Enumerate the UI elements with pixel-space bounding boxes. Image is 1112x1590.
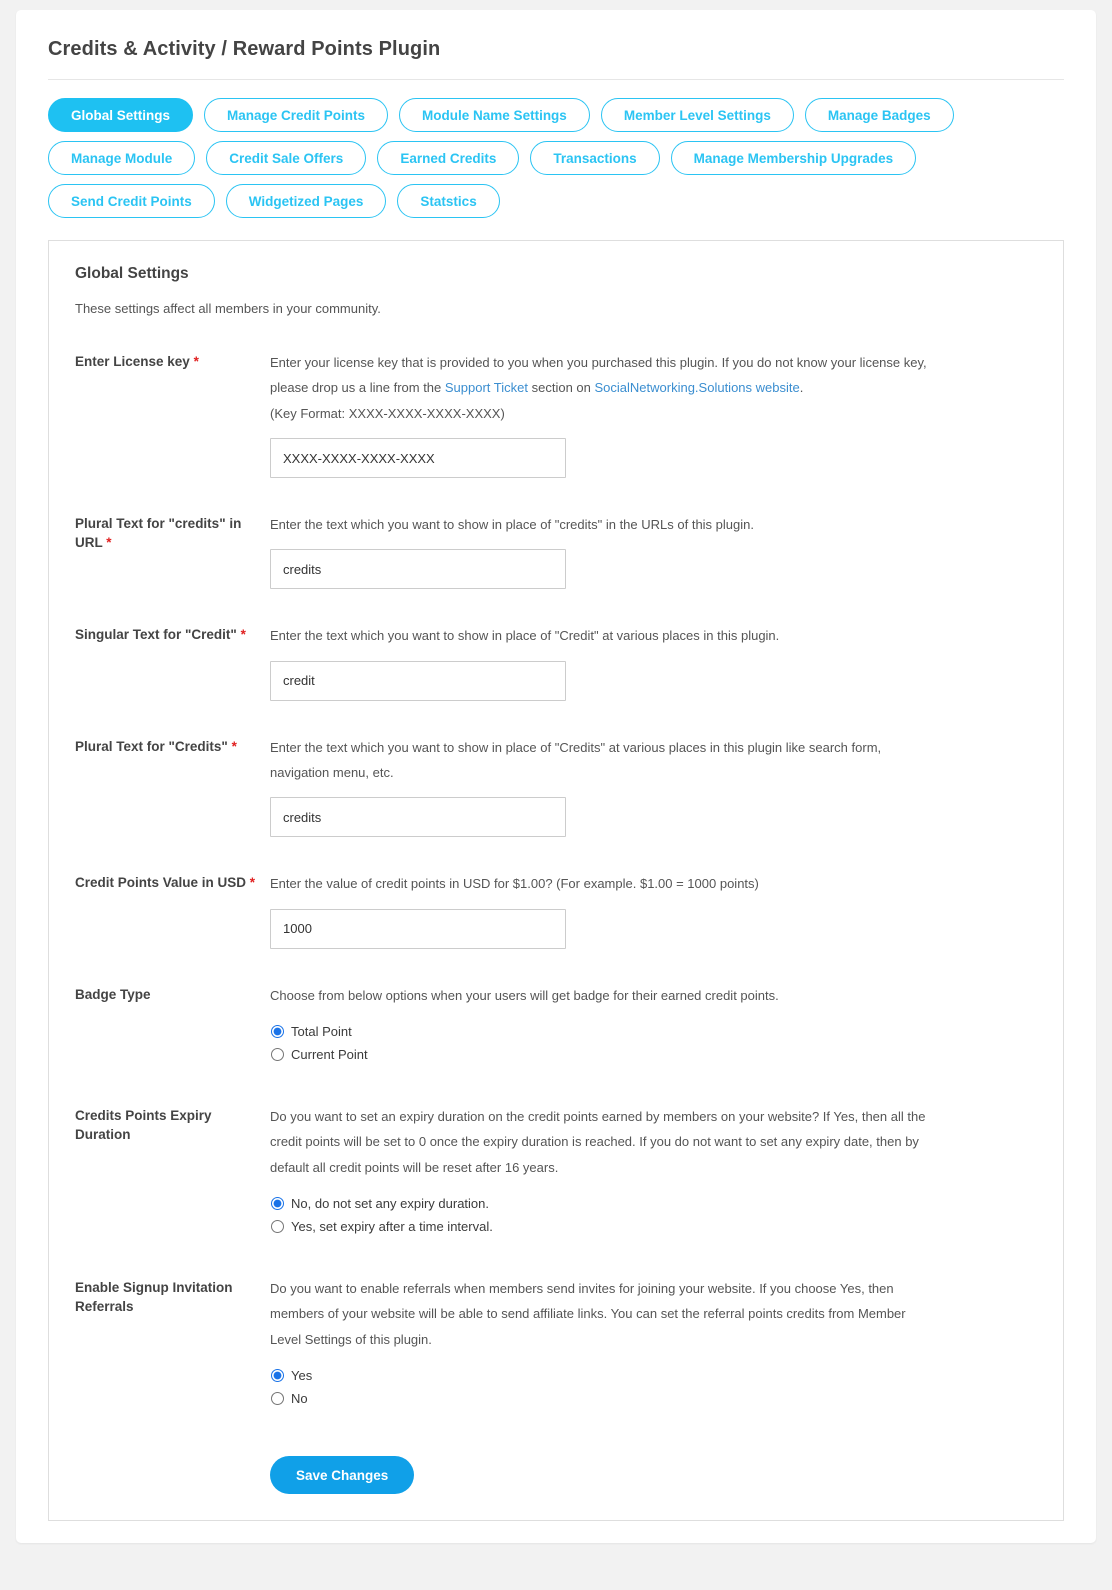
field-body-expiry-duration: Do you want to set an expiry duration on… bbox=[270, 1104, 1047, 1242]
save-button-row: Save Changes bbox=[65, 1456, 1047, 1495]
field-description-expiry-duration: Do you want to set an expiry duration on… bbox=[270, 1109, 926, 1175]
field-label-badge-type: Badge Type bbox=[75, 983, 270, 1070]
radio-label[interactable]: No bbox=[291, 1391, 308, 1406]
radio-option[interactable]: Yes, set expiry after a time interval. bbox=[270, 1219, 1047, 1234]
field-body-plural-credits: Enter the text which you want to show in… bbox=[270, 735, 1047, 838]
radio-label[interactable]: Yes bbox=[291, 1368, 312, 1383]
field-plural-credits: Plural Text for "Credits" * Enter the te… bbox=[65, 735, 1047, 838]
field-signup-referrals: Enable Signup Invitation Referrals Do yo… bbox=[65, 1276, 1047, 1414]
radio-input[interactable] bbox=[271, 1369, 284, 1383]
field-label-signup-referrals: Enable Signup Invitation Referrals bbox=[75, 1276, 270, 1414]
field-description-singular-credit: Enter the text which you want to show in… bbox=[270, 628, 780, 644]
field-body-license-key: Enter your license key that is provided … bbox=[270, 350, 1047, 479]
radio-input[interactable] bbox=[271, 1048, 284, 1062]
label-text: Plural Text for "credits" in URL bbox=[75, 516, 242, 550]
tab-module-name-settings[interactable]: Module Name Settings bbox=[399, 98, 590, 132]
required-asterisk: * bbox=[240, 627, 246, 643]
singular-credit-input[interactable] bbox=[270, 660, 566, 701]
radio-input[interactable] bbox=[271, 1197, 284, 1211]
tab-widgetized-pages[interactable]: Widgetized Pages bbox=[225, 184, 387, 218]
expiry-duration-radio-group: No, do not set any expiry duration. Yes, … bbox=[270, 1196, 1047, 1234]
radio-label[interactable]: No, do not set any expiry duration. bbox=[291, 1196, 489, 1211]
tab-earned-credits[interactable]: Earned Credits bbox=[377, 141, 520, 175]
page-title: Credits & Activity / Reward Points Plugi… bbox=[48, 38, 441, 60]
field-label-expiry-duration: Credits Points Expiry Duration bbox=[75, 1104, 270, 1242]
field-singular-credit: Singular Text for "Credit" * Enter the t… bbox=[65, 623, 1047, 701]
global-settings-panel: Global Settings These settings affect al… bbox=[48, 240, 1064, 1522]
radio-option[interactable]: No, do not set any expiry duration. bbox=[270, 1196, 1047, 1211]
field-description-credit-value-usd: Enter the value of credit points in USD … bbox=[270, 876, 759, 892]
required-asterisk: * bbox=[249, 875, 256, 891]
credit-value-usd-input[interactable] bbox=[270, 908, 566, 949]
section-subtitle: These settings affect all members in you… bbox=[75, 301, 381, 316]
field-label-license-key: Enter License key * bbox=[75, 350, 270, 478]
label-text: Plural Text for "Credits" bbox=[75, 738, 228, 754]
desc-part-3: . bbox=[799, 380, 804, 396]
field-label-credit-value-usd: Credit Points Value in USD * bbox=[75, 871, 270, 948]
field-label-plural-url: Plural Text for "credits" in URL * bbox=[75, 512, 270, 589]
radio-option[interactable]: Yes bbox=[270, 1368, 1047, 1383]
key-format-hint: (Key Format: XXXX-XXXX-XXXX-XXXX) bbox=[270, 405, 505, 421]
radio-input[interactable] bbox=[271, 1392, 284, 1406]
tab-bar: Global Settings Manage Credit Points Modul… bbox=[36, 80, 1076, 218]
radio-option[interactable]: Current Point bbox=[270, 1047, 1047, 1062]
field-description-signup-referrals: Do you want to enable referrals when mem… bbox=[270, 1281, 906, 1347]
field-body-badge-type: Choose from below options when your user… bbox=[270, 983, 1047, 1070]
label-text: Credits Points Expiry Duration bbox=[75, 1108, 212, 1142]
save-changes-button[interactable]: Save Changes bbox=[270, 1456, 415, 1495]
tab-transactions[interactable]: Transactions bbox=[530, 141, 660, 175]
radio-input[interactable] bbox=[271, 1025, 284, 1039]
badge-type-radio-group: Total Point Current Point bbox=[270, 1024, 1047, 1062]
field-label-singular-credit: Singular Text for "Credit" * bbox=[75, 623, 270, 700]
desc-part-2: section on bbox=[528, 380, 595, 396]
field-description-plural-credits: Enter the text which you want to show in… bbox=[270, 739, 882, 781]
field-badge-type: Badge Type Choose from below options whe… bbox=[65, 983, 1047, 1070]
required-asterisk: * bbox=[231, 738, 237, 754]
support-ticket-link[interactable]: Support Ticket bbox=[445, 380, 528, 395]
label-text: Enable Signup Invitation Referrals bbox=[75, 1280, 233, 1314]
tab-manage-credit-points[interactable]: Manage Credit Points bbox=[204, 98, 389, 132]
tab-manage-membership-upgrades[interactable]: Manage Membership Upgrades bbox=[670, 141, 917, 175]
license-key-input[interactable] bbox=[270, 438, 566, 479]
radio-label[interactable]: Yes, set expiry after a time interval. bbox=[291, 1219, 493, 1234]
field-license-key: Enter License key * Enter your license k… bbox=[65, 350, 1047, 479]
radio-label[interactable]: Total Point bbox=[291, 1024, 352, 1039]
label-text: Enter License key bbox=[75, 354, 190, 369]
radio-option[interactable]: Total Point bbox=[270, 1024, 1047, 1039]
field-description-license-key: Enter your license key that is provided … bbox=[270, 350, 930, 401]
signup-referrals-radio-group: Yes No bbox=[270, 1368, 1047, 1406]
field-body-credit-value-usd: Enter the value of credit points in USD … bbox=[270, 871, 1047, 949]
field-expiry-duration: Credits Points Expiry Duration Do you wa… bbox=[65, 1104, 1047, 1242]
label-text: Credit Points Value in USD bbox=[75, 875, 247, 891]
tab-send-credit-points[interactable]: Send Credit Points bbox=[48, 184, 215, 218]
field-plural-url: Plural Text for "credits" in URL * Enter… bbox=[65, 512, 1047, 590]
field-credit-value-usd: Credit Points Value in USD * Enter the v… bbox=[65, 871, 1047, 949]
field-description-badge-type: Choose from below options when your user… bbox=[270, 987, 779, 1003]
radio-label[interactable]: Current Point bbox=[291, 1047, 368, 1062]
section-title: Global Settings bbox=[75, 265, 189, 282]
radio-input[interactable] bbox=[271, 1220, 284, 1234]
field-description-plural-url: Enter the text which you want to show in… bbox=[270, 517, 754, 533]
radio-option[interactable]: No bbox=[270, 1391, 1047, 1406]
field-body-singular-credit: Enter the text which you want to show in… bbox=[270, 623, 1047, 701]
required-asterisk: * bbox=[193, 354, 199, 369]
tab-member-level-settings[interactable]: Member Level Settings bbox=[600, 98, 794, 132]
page-root: Credits & Activity / Reward Points Plugi… bbox=[0, 0, 1112, 1590]
plural-credits-input[interactable] bbox=[270, 797, 566, 838]
label-text: Badge Type bbox=[75, 986, 151, 1002]
socialnetworking-solutions-link[interactable]: SocialNetworking.Solutions website bbox=[595, 380, 800, 395]
tab-credit-sale-offers[interactable]: Credit Sale Offers bbox=[206, 141, 367, 175]
tab-global-settings[interactable]: Global Settings bbox=[48, 98, 194, 132]
tab-statstics[interactable]: Statstics bbox=[397, 184, 500, 218]
tab-manage-badges[interactable]: Manage Badges bbox=[804, 98, 954, 132]
required-asterisk: * bbox=[106, 534, 112, 550]
plugin-admin-card: Credits & Activity / Reward Points Plugi… bbox=[16, 10, 1096, 1544]
label-text: Singular Text for "Credit" bbox=[75, 627, 237, 643]
field-label-plural-credits: Plural Text for "Credits" * bbox=[75, 735, 270, 838]
plural-url-input[interactable] bbox=[270, 549, 566, 590]
field-body-plural-url: Enter the text which you want to show in… bbox=[270, 512, 1047, 590]
field-body-signup-referrals: Do you want to enable referrals when mem… bbox=[270, 1276, 1047, 1414]
tab-manage-module[interactable]: Manage Module bbox=[48, 141, 196, 175]
